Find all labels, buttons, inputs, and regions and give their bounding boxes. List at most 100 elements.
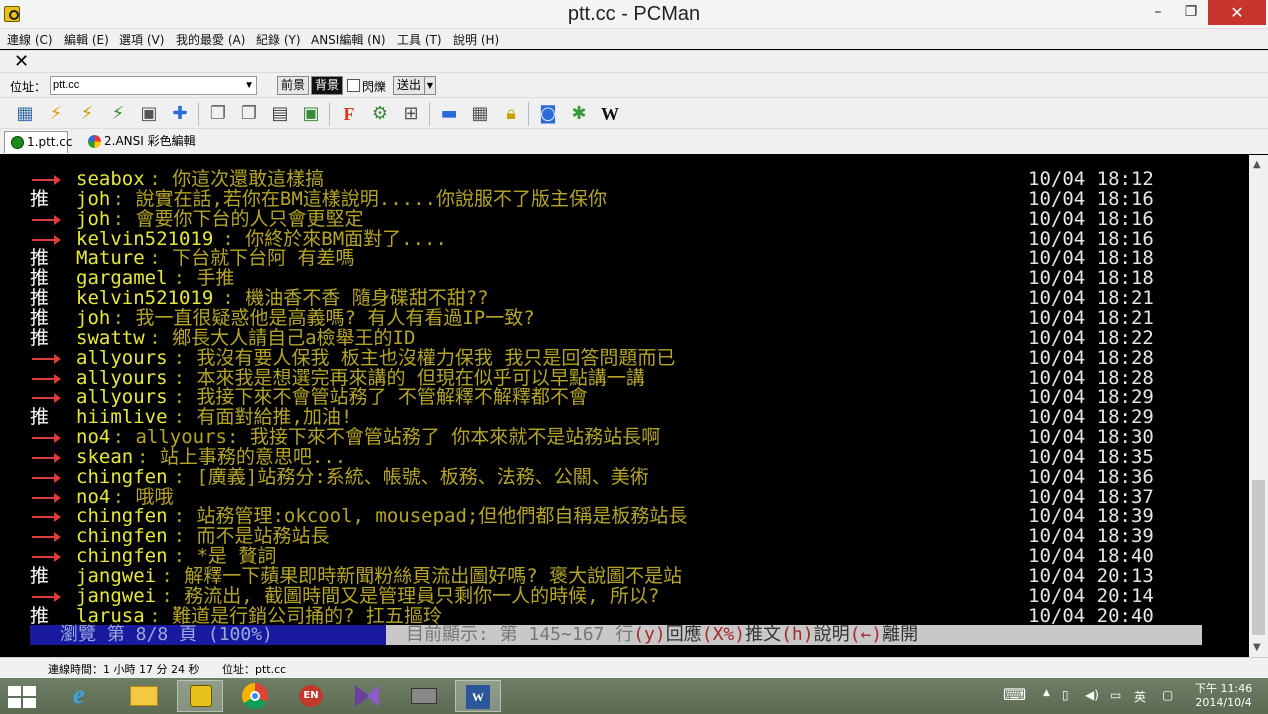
- menu-ansi-edit[interactable]: ANSI編輯 (N): [311, 31, 386, 48]
- comment-user-id: kelvin521019: [76, 227, 214, 250]
- arrow-tag: →: [30, 506, 70, 526]
- comment-timestamp: 10/04 18:39: [1028, 505, 1154, 528]
- start-button[interactable]: [8, 686, 36, 708]
- ime-indicator[interactable]: 英: [1134, 688, 1146, 705]
- keyboard-icon[interactable]: ⌨: [1003, 685, 1026, 704]
- paste-icon[interactable]: ❐: [237, 102, 261, 126]
- blink-label: 閃爍: [362, 80, 387, 94]
- menu-bar: 連線 (C) 編輯 (E) 選項 (V) 我的最愛 (A) 紀錄 (Y) ANS…: [0, 29, 1268, 49]
- chrome-icon[interactable]: [233, 680, 279, 712]
- volume-icon[interactable]: ◀): [1085, 688, 1099, 702]
- word-icon[interactable]: W: [455, 680, 501, 712]
- arrow-tag: →: [30, 526, 70, 546]
- connected-status-icon: [11, 136, 24, 149]
- tab-ptt[interactable]: 1.ptt.cc: [4, 131, 73, 153]
- background-button[interactable]: 背景: [311, 76, 344, 95]
- close-connection-icon[interactable]: ✕: [14, 51, 29, 72]
- comment-line: → joh: 會要你下台的人只會更堅定 10/04 18:16: [30, 209, 1245, 229]
- add-favorite-icon[interactable]: ✚: [168, 102, 192, 126]
- menu-help[interactable]: 說明 (H): [453, 31, 499, 48]
- network-icon[interactable]: ▭: [1110, 688, 1121, 702]
- arrow-tag: →: [30, 387, 70, 407]
- tray-expand-icon[interactable]: ▲: [1043, 688, 1050, 698]
- emoticons-icon[interactable]: ▦: [468, 102, 492, 126]
- visual-studio-icon[interactable]: [345, 680, 391, 712]
- comment-line: → allyours: 我接下來不會管站務了 不管解釋不解釋都不會 10/04 18…: [30, 387, 1245, 407]
- toolbar-separator: [528, 102, 529, 126]
- tab-ansi-editor[interactable]: 2.ANSI 彩色編輯: [82, 131, 197, 153]
- screenshot-icon[interactable]: ▣: [299, 102, 323, 126]
- send-button[interactable]: 送出: [393, 76, 426, 95]
- key-hint: (←): [849, 624, 883, 645]
- power-icon[interactable]: ▯: [1062, 688, 1069, 702]
- search-icon[interactable]: ◙: [536, 102, 560, 126]
- arrow-tag: →: [30, 368, 70, 388]
- close-button[interactable]: ✕: [1208, 0, 1266, 25]
- toolbar-separator: [198, 102, 199, 126]
- foreground-button[interactable]: 前景: [277, 76, 310, 95]
- reconnect-icon[interactable]: ⚡: [106, 102, 130, 126]
- plugin-icon[interactable]: ✱: [567, 102, 591, 126]
- file-explorer-icon[interactable]: [121, 680, 167, 712]
- comment-text: : 哦哦: [112, 485, 174, 508]
- comment-timestamp: 10/04 18:29: [1028, 386, 1154, 409]
- maximize-button[interactable]: ❐: [1176, 0, 1206, 25]
- address-input[interactable]: ptt.cc ▼: [50, 76, 257, 95]
- comment-line: 推 Mature: 下台就下台阿 有差嗎 10/04 18:18: [30, 248, 1245, 268]
- menu-tools[interactable]: 工具 (T): [397, 31, 442, 48]
- comment-timestamp: 10/04 18:21: [1028, 287, 1154, 310]
- push-tag: 推: [30, 604, 50, 627]
- lock-icon[interactable]: 🔒︎: [499, 102, 523, 126]
- comment-user-id: gargamel: [76, 267, 168, 290]
- terminal-screen[interactable]: →seabox: 你這次還敢這樣搞10/04 18:12推joh: 說實在話,若…: [0, 155, 1249, 657]
- comment-text: : 而不是站務站長: [173, 525, 330, 548]
- network-tool-icon[interactable]: [401, 680, 447, 712]
- blink-checkbox[interactable]: [347, 79, 360, 92]
- comment-line: → no4: allyours: 我接下來不會管站務了 你本來就不是站務站長啊 10…: [30, 427, 1245, 447]
- address-book-icon[interactable]: ▦: [13, 102, 37, 126]
- push-tag: 推: [30, 565, 50, 587]
- menu-favorites[interactable]: 我的最愛 (A): [176, 31, 245, 48]
- chevron-down-icon[interactable]: ▼: [244, 77, 254, 94]
- comment-user-id: allyours: [76, 346, 168, 369]
- comment-text: : 會要你下台的人只會更堅定: [112, 207, 364, 230]
- disconnect-icon[interactable]: ⚡: [75, 102, 99, 126]
- scroll-down-arrow[interactable]: ▼: [1253, 642, 1261, 653]
- menu-connect[interactable]: 連線 (C): [7, 31, 53, 48]
- comment-line: 推 larusa: 難道是行銷公司捅的? 扛五摳玲 10/04 20:40: [30, 606, 1245, 626]
- menu-log[interactable]: 紀錄 (Y): [256, 31, 301, 48]
- vertical-scrollbar[interactable]: ▲ ▼: [1249, 155, 1268, 657]
- font-icon[interactable]: F: [337, 102, 361, 126]
- pager-help: 目前顯示: 第 145~167 行(y)回應(X%)推文(h)說明(←)離開: [386, 625, 1202, 645]
- copy-icon[interactable]: ❐: [206, 102, 230, 126]
- scrollbar-thumb[interactable]: [1252, 480, 1265, 635]
- comment-timestamp: 10/04 18:22: [1028, 326, 1154, 349]
- comment-user-id: hiimlive: [76, 406, 168, 429]
- key-label: 離開: [882, 624, 919, 645]
- copy-ansi-icon[interactable]: ▤: [268, 102, 292, 126]
- internet-explorer-icon[interactable]: e: [63, 680, 109, 712]
- comment-timestamp: 10/04 18:21: [1028, 306, 1154, 329]
- wikipedia-icon[interactable]: W: [598, 102, 622, 126]
- arrow-tag: →: [30, 586, 70, 606]
- menu-options[interactable]: 選項 (V): [119, 31, 164, 48]
- ime-en-icon[interactable]: EN: [289, 680, 335, 712]
- comment-user-id: joh: [76, 207, 111, 230]
- comment-line: 推 jangwei: 解釋一下蘋果即時新聞粉絲頁流出圖好嗎? 褒大說圖不是站 10/…: [30, 566, 1245, 586]
- comment-user-id: seabox: [76, 168, 145, 190]
- scroll-up-arrow[interactable]: ▲: [1253, 159, 1261, 170]
- connect-icon[interactable]: ⚡: [44, 102, 68, 126]
- minimize-button[interactable]: –: [1143, 0, 1173, 25]
- arrow-tag: →: [30, 546, 70, 566]
- pcman-taskbar-icon[interactable]: [177, 680, 223, 712]
- action-center-icon[interactable]: ▢: [1162, 688, 1173, 702]
- settings-icon[interactable]: ⚙: [368, 102, 392, 126]
- comment-text: : 站上事務的意思吧...: [137, 445, 347, 468]
- clock[interactable]: 下午 11:46 2014/10/4: [1195, 682, 1252, 710]
- menu-edit[interactable]: 編輯 (E): [64, 31, 109, 48]
- view-icon[interactable]: ▬: [437, 102, 461, 126]
- comment-timestamp: 10/04 18:40: [1028, 545, 1154, 568]
- close-all-icon[interactable]: ▣: [137, 102, 161, 126]
- layout-icon[interactable]: ⊞: [399, 102, 423, 126]
- send-dropdown-icon[interactable]: ▼: [424, 76, 436, 95]
